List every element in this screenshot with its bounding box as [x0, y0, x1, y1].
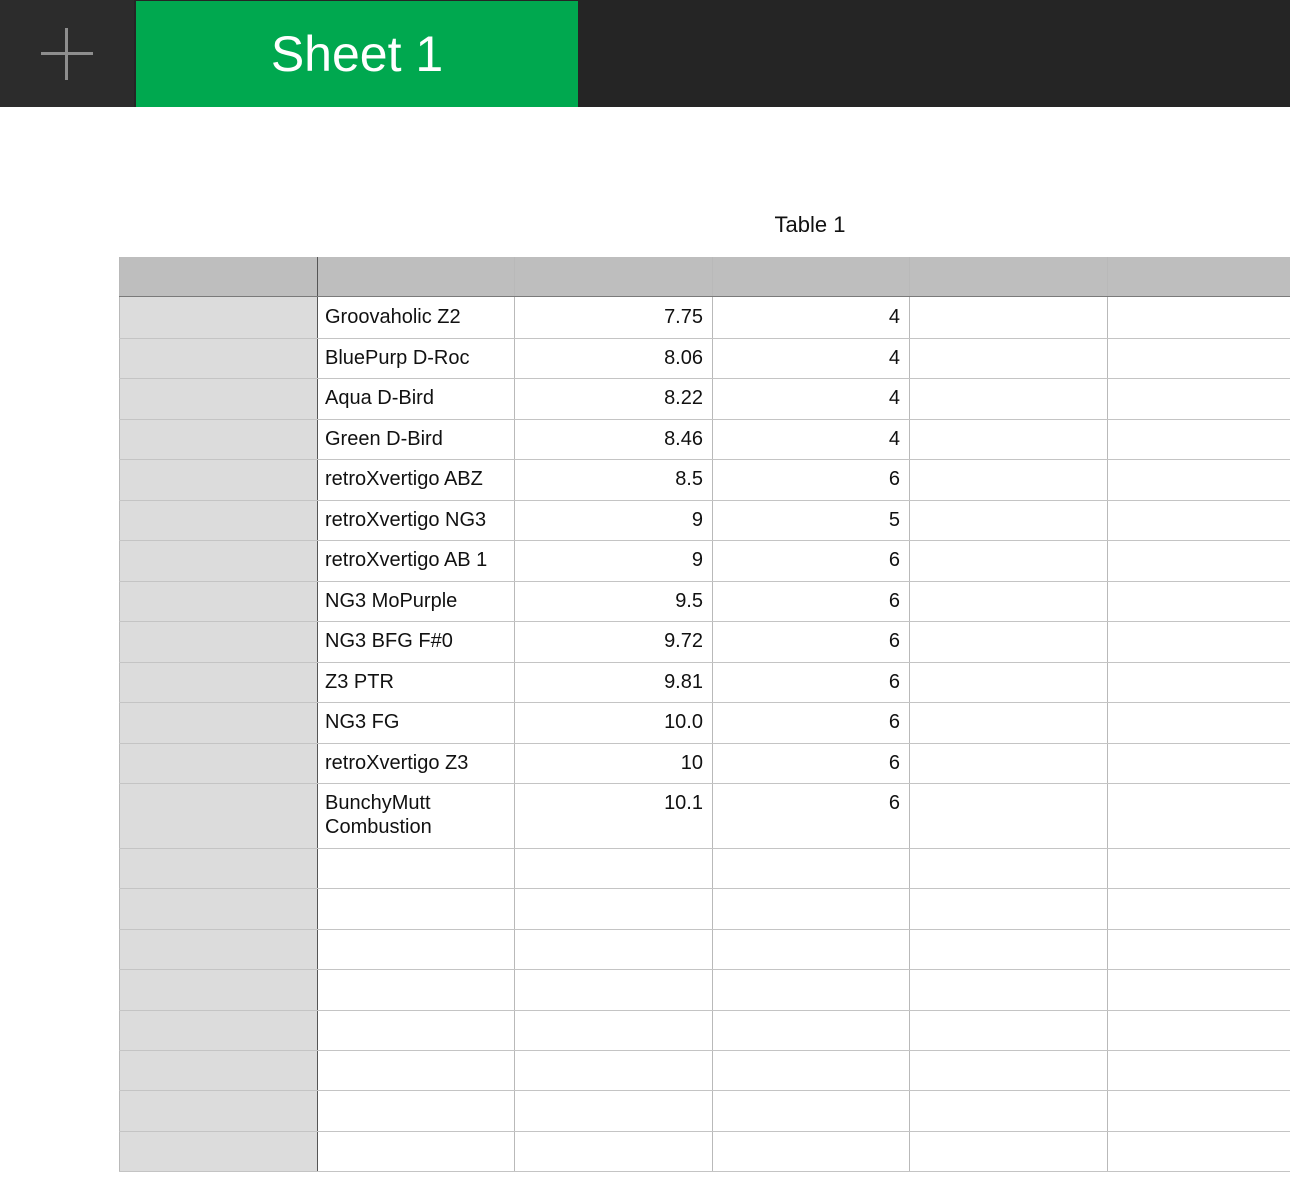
column-header[interactable]: [712, 257, 909, 297]
row-header[interactable]: [119, 580, 317, 621]
row-header[interactable]: [119, 418, 317, 459]
row-header[interactable]: [119, 540, 317, 581]
row-header[interactable]: [119, 742, 317, 783]
cell-value[interactable]: 10.1: [514, 783, 712, 848]
row-header[interactable]: [119, 783, 317, 848]
cell-name[interactable]: retroXvertigo Z3: [317, 743, 514, 784]
cell-name[interactable]: Groovaholic Z2: [317, 297, 514, 338]
cell-name[interactable]: BluePurp D-Roc: [317, 338, 514, 379]
cell-value[interactable]: 9.5: [514, 581, 712, 622]
cell-value[interactable]: 10.0: [514, 702, 712, 743]
column-header[interactable]: [909, 257, 1107, 297]
cell-count[interactable]: 4: [712, 297, 909, 338]
cell-value[interactable]: 9: [514, 540, 712, 581]
cell-value[interactable]: 8.5: [514, 459, 712, 500]
row-header[interactable]: [119, 1130, 317, 1172]
row-header[interactable]: [119, 1009, 317, 1050]
cell-count[interactable]: 5: [712, 500, 909, 541]
row-header[interactable]: [119, 621, 317, 662]
cell-name[interactable]: retroXvertigo ABZ: [317, 459, 514, 500]
cell-value[interactable]: 8.22: [514, 378, 712, 419]
cell-name[interactable]: NG3 MoPurple: [317, 581, 514, 622]
row-header[interactable]: [119, 928, 317, 970]
row-divider: [119, 1050, 1290, 1051]
cell-name[interactable]: Green D-Bird: [317, 419, 514, 460]
column-header[interactable]: [1107, 257, 1290, 297]
row-divider: [119, 1130, 1290, 1132]
cell-count[interactable]: 4: [712, 378, 909, 419]
cell-name[interactable]: retroXvertigo NG3: [317, 500, 514, 541]
cell-value[interactable]: 9.72: [514, 621, 712, 662]
cell-value[interactable]: 9.81: [514, 662, 712, 703]
row-header[interactable]: [119, 337, 317, 378]
cell-name[interactable]: BunchyMutt Combustion: [317, 783, 514, 848]
row-header[interactable]: [119, 661, 317, 702]
cell-name[interactable]: Aqua D-Bird: [317, 378, 514, 419]
cell-value[interactable]: 8.06: [514, 338, 712, 379]
row-divider: [119, 1171, 1290, 1173]
column-header[interactable]: [317, 257, 514, 297]
cell-value[interactable]: 9: [514, 500, 712, 541]
spreadsheet-table[interactable]: Groovaholic Z2 7.75 4 BluePurp D-Roc 8.06 4 Aq…: [0, 0, 1290, 1180]
cell-name[interactable]: Z3 PTR: [317, 662, 514, 703]
cell-count[interactable]: 6: [712, 581, 909, 622]
row-header[interactable]: [119, 888, 317, 929]
cell-count[interactable]: 6: [712, 540, 909, 581]
row-divider: [119, 888, 1290, 890]
row-header[interactable]: [119, 459, 317, 500]
row-divider: [119, 848, 1290, 849]
column-divider: [1107, 257, 1108, 1172]
cell-name[interactable]: retroXvertigo AB 1: [317, 540, 514, 581]
row-header[interactable]: [119, 499, 317, 540]
row-divider: [119, 1009, 1290, 1011]
row-header[interactable]: [119, 848, 317, 889]
row-header[interactable]: [119, 378, 317, 419]
row-header[interactable]: [119, 1090, 317, 1131]
column-header[interactable]: [514, 257, 712, 297]
cell-value[interactable]: 10: [514, 743, 712, 784]
cell-count[interactable]: 6: [712, 459, 909, 500]
row-header[interactable]: [119, 297, 317, 338]
row-header[interactable]: [119, 702, 317, 743]
cell-count[interactable]: 6: [712, 743, 909, 784]
cell-value[interactable]: 7.75: [514, 297, 712, 338]
cell-count[interactable]: 4: [712, 338, 909, 379]
row-divider: [119, 969, 1290, 971]
cell-name[interactable]: NG3 FG: [317, 702, 514, 743]
cell-count[interactable]: 6: [712, 621, 909, 662]
cell-count[interactable]: 6: [712, 662, 909, 703]
cell-value[interactable]: 8.46: [514, 419, 712, 460]
row-header[interactable]: [119, 969, 317, 1010]
row-divider: [119, 928, 1290, 930]
column-divider: [119, 257, 120, 1172]
row-divider: [119, 1090, 1290, 1092]
cell-count[interactable]: 6: [712, 702, 909, 743]
column-divider: [909, 257, 910, 1172]
column-header[interactable]: [119, 257, 317, 297]
cell-name[interactable]: NG3 BFG F#0: [317, 621, 514, 662]
cell-count[interactable]: 4: [712, 419, 909, 460]
row-header[interactable]: [119, 1050, 317, 1091]
cell-count[interactable]: 6: [712, 783, 909, 848]
